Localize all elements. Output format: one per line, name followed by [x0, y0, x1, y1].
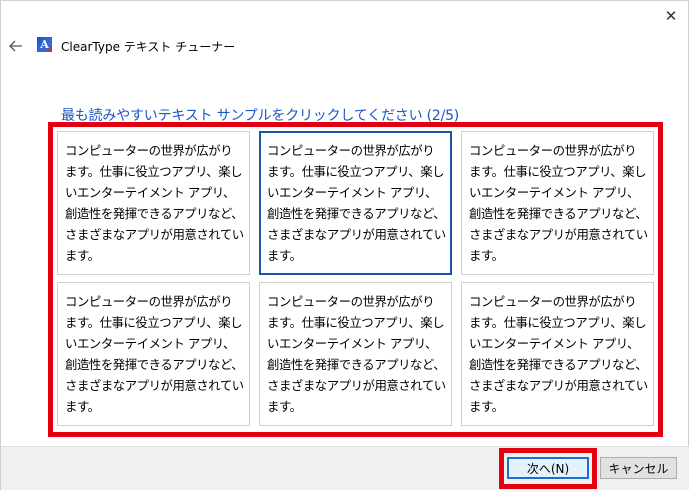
cancel-button-label: キャンセル: [608, 461, 669, 476]
next-button[interactable]: 次へ(N): [507, 457, 589, 479]
back-arrow-icon: [9, 40, 22, 52]
text-sample-6[interactable]: コンピューターの世界が広がります。仕事に役立つアプリ、楽しいエンターテイメント …: [461, 282, 654, 426]
next-button-label: 次へ(N): [526, 461, 570, 476]
cancel-button[interactable]: キャンセル: [600, 457, 677, 479]
text-sample-3[interactable]: コンピューターの世界が広がります。仕事に役立つアプリ、楽しいエンターテイメント …: [461, 131, 654, 275]
text-sample-5[interactable]: コンピューターの世界が広がります。仕事に役立つアプリ、楽しいエンターテイメント …: [259, 282, 452, 426]
cleartype-app-icon: A: [37, 37, 52, 52]
text-sample-1[interactable]: コンピューターの世界が広がります。仕事に役立つアプリ、楽しいエンターテイメント …: [57, 131, 250, 275]
back-button[interactable]: [5, 35, 27, 57]
close-icon: ✕: [664, 7, 678, 25]
text-sample-4[interactable]: コンピューターの世界が広がります。仕事に役立つアプリ、楽しいエンターテイメント …: [57, 282, 250, 426]
close-button[interactable]: ✕: [653, 1, 689, 31]
window-title: ClearType テキスト チューナー: [61, 40, 236, 54]
text-sample-2[interactable]: コンピューターの世界が広がります。仕事に役立つアプリ、楽しいエンターテイメント …: [259, 131, 452, 275]
cleartype-tuner-window: ✕ A ClearType テキスト チューナー 最も読みやすいテキスト サンプ…: [0, 0, 689, 490]
